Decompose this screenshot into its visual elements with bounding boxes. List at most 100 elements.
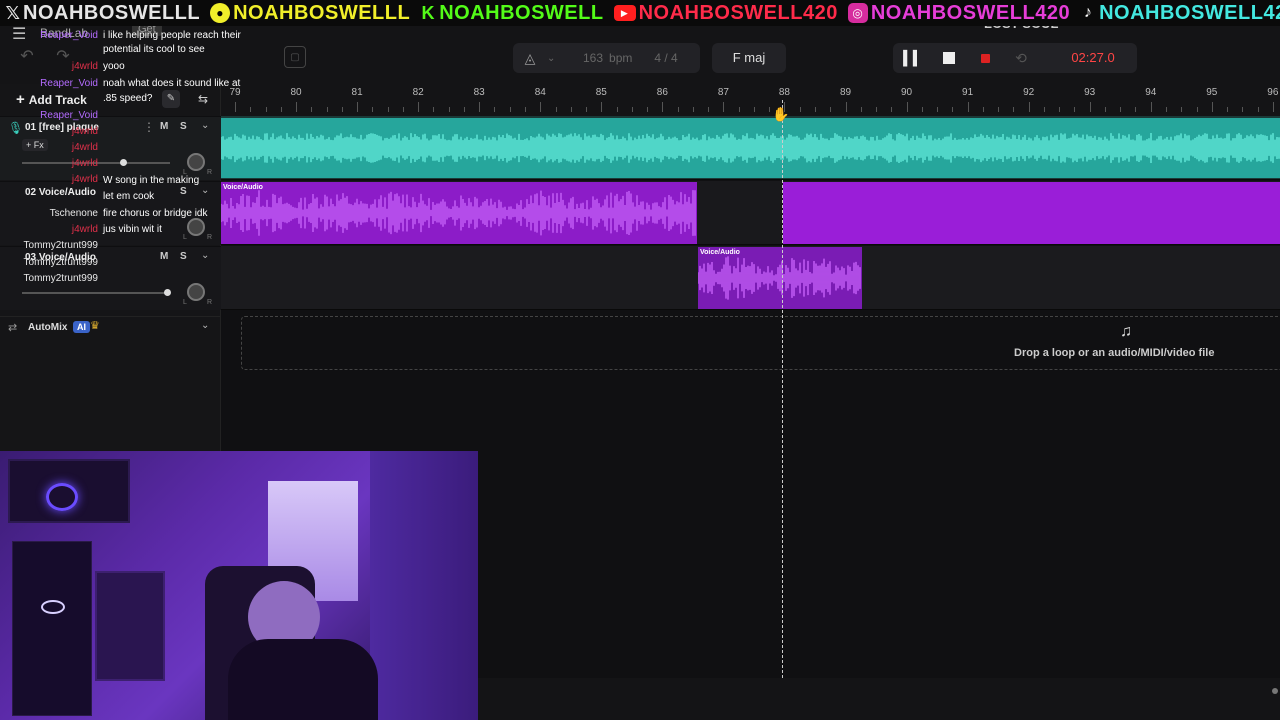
cam-ring-light xyxy=(46,483,78,511)
ruler-tick xyxy=(1272,102,1274,112)
x-handle: 𝕏 NOAHBOSWELLL xyxy=(5,1,201,24)
volume-slider-knob[interactable] xyxy=(119,159,127,166)
metronome-icon[interactable]: ◬ xyxy=(513,50,547,67)
audio-region[interactable]: Voice/Audio xyxy=(698,247,862,309)
record-button[interactable] xyxy=(967,43,1003,73)
horizontal-scrollbar[interactable] xyxy=(478,678,1280,720)
tiktok-note-icon: ♪ xyxy=(1083,4,1093,21)
waveform xyxy=(698,256,861,300)
volume-slider[interactable] xyxy=(22,159,170,166)
ruler-tick xyxy=(1059,107,1061,112)
snapchat-handle: ● NOAHBOSWELLL xyxy=(210,2,410,25)
drop-zone-text: Drop a loop or an audio/MIDI/video file xyxy=(1014,347,1215,359)
ruler-tick xyxy=(937,107,939,112)
tempo-value[interactable]: 163 xyxy=(583,51,603,65)
chevron-down-icon[interactable]: ⌄ xyxy=(201,185,209,196)
ruler-tick xyxy=(1013,107,1015,112)
mixer-icon[interactable]: ⇆ xyxy=(194,90,212,108)
ruler-tick xyxy=(372,107,374,112)
mute-button[interactable]: M xyxy=(160,121,168,132)
track-lane-1[interactable] xyxy=(221,116,1280,180)
track-header-2[interactable]: 02 Voice/Audio S ⌄ L R xyxy=(0,181,221,245)
audio-region[interactable] xyxy=(221,118,1280,178)
ai-badge: AI xyxy=(73,321,90,333)
tiktok-handle: ♪ NOAHBOSWELL420 xyxy=(1080,2,1280,25)
youtube-play-icon: ▶ xyxy=(613,5,636,21)
bandlab-logo[interactable]: BandLab xyxy=(40,26,88,40)
chevron-down-icon[interactable]: ⌄ xyxy=(547,53,563,64)
webcam-feed xyxy=(0,451,478,720)
track-name[interactable]: 02 Voice/Audio xyxy=(25,187,96,198)
playhead[interactable] xyxy=(782,100,783,678)
bar-number: 86 xyxy=(656,87,668,98)
social-banner: 𝕏 NOAHBOSWELLL ● NOAHBOSWELLL K NOAHBOSWELL… xyxy=(0,0,1280,26)
track-header-3[interactable]: 03 Voice/Audio M S ⌄ L R xyxy=(0,246,221,310)
pan-knob[interactable] xyxy=(187,153,205,171)
ruler-tick xyxy=(1242,107,1244,112)
pan-right-label: R xyxy=(207,299,213,306)
undo-icon[interactable]: ↶ xyxy=(16,46,38,68)
drop-zone[interactable]: ♫ Drop a loop or an audio/MIDI/video fil… xyxy=(241,316,1280,370)
timeline-ruler[interactable]: 79 80 81 82 83 84 85 86 87 88 89 90 91 92 93 94 95 96 xyxy=(221,84,1280,116)
key-button[interactable]: F maj xyxy=(712,43,786,73)
ruler-tick xyxy=(433,107,435,112)
ruler-tick xyxy=(479,102,481,112)
bar-number: 88 xyxy=(778,87,790,98)
waveform xyxy=(221,190,696,236)
pan-knob[interactable] xyxy=(187,218,205,236)
ruler-tick xyxy=(265,107,267,112)
tuner-icon[interactable]: ✎ xyxy=(162,90,180,108)
cam-monitor xyxy=(8,459,130,523)
ruler-tick xyxy=(692,107,694,112)
transport-controls: ▍▍ ⟲ 02:27.0 xyxy=(893,43,1137,73)
solo-button[interactable]: S xyxy=(180,186,187,197)
time-signature[interactable]: 4 / 4 xyxy=(654,51,677,65)
chevron-down-icon[interactable]: ⌄ xyxy=(201,120,209,131)
bar-number: 82 xyxy=(412,87,424,98)
volume-slider[interactable] xyxy=(22,289,172,296)
ruler-tick xyxy=(814,107,816,112)
solo-button[interactable]: S xyxy=(180,121,187,132)
loop-button[interactable]: ⟲ xyxy=(1003,43,1039,73)
volume-slider-knob[interactable] xyxy=(164,289,172,296)
tempo-unit: bpm xyxy=(609,51,633,65)
ruler-tick xyxy=(1196,107,1198,112)
chevron-down-icon[interactable]: ⌄ xyxy=(201,320,209,331)
pause-button[interactable]: ▍▍ xyxy=(895,43,931,73)
audio-region[interactable] xyxy=(783,182,1280,244)
solo-button[interactable]: S xyxy=(180,251,187,262)
pan-knob[interactable] xyxy=(187,283,205,301)
ruler-tick xyxy=(1120,107,1122,112)
tool-select-icon[interactable]: ▢ xyxy=(284,46,306,68)
more-options-icon[interactable]: ⋮ xyxy=(143,120,155,134)
track-name[interactable]: 03 Voice/Audio xyxy=(25,252,96,263)
track-lane-3[interactable]: Voice/Audio xyxy=(221,246,1280,310)
ruler-tick xyxy=(1089,102,1091,112)
track-name[interactable]: 01 [free] plaque xyxy=(25,122,99,133)
chevron-down-icon[interactable]: ⌄ xyxy=(201,250,209,261)
track-lane-2[interactable]: Voice/Audio xyxy=(221,181,1280,245)
ruler-tick xyxy=(326,107,328,112)
hamburger-menu-icon[interactable]: ☰ xyxy=(12,27,32,43)
stop-button[interactable] xyxy=(931,43,967,73)
scrollbar-thumb[interactable] xyxy=(1272,688,1278,694)
kick-logo-icon: K xyxy=(421,2,435,23)
add-fx-button[interactable]: + Fx xyxy=(22,139,48,151)
cam-pc-tower xyxy=(12,541,92,716)
automix-row[interactable]: ⇄ AutoMix AI ♛ ⌄ xyxy=(0,316,221,338)
mute-button[interactable]: M xyxy=(160,251,168,262)
cam-person xyxy=(228,581,378,720)
bar-number: 80 xyxy=(290,87,302,98)
pan-right-label: R xyxy=(207,169,213,176)
bar-number: 85 xyxy=(595,87,607,98)
bar-number: 96 xyxy=(1267,87,1279,98)
ruler-tick xyxy=(235,102,236,112)
audio-region[interactable]: Voice/Audio xyxy=(221,182,697,244)
ruler-tick xyxy=(647,107,649,112)
ruler-tick xyxy=(1043,107,1045,112)
track-header-1[interactable]: 🎙 01 [free] plaque ⋮ M S ⌄ + Fx L R xyxy=(0,116,221,180)
ruler-tick xyxy=(311,107,313,112)
add-track-button[interactable]: + Add Track xyxy=(16,91,87,108)
redo-icon[interactable]: ↷ xyxy=(52,46,74,68)
ruler-tick xyxy=(250,107,252,112)
